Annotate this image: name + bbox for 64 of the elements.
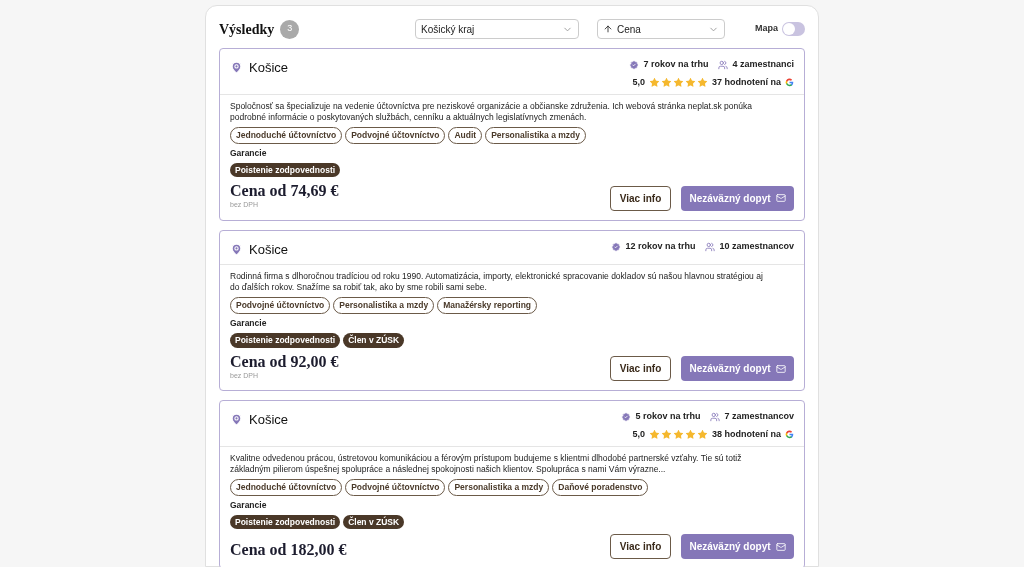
company-description: Kvalitne odvedenou prácou, ústretovou komunikáciou a férovým prístupom budujeme s klientmi dlhodobé partnerské vzťahy. Tie sú totiž základným pilierom úspešnej spolupráce a následnej spokojnosti našich klientov. Spolupráca s nami Vám výrazne... — [230, 453, 743, 475]
city-name: Košice — [249, 240, 289, 259]
guarantee-label: Garancie — [230, 498, 268, 512]
company-description: Spoločnosť sa špecializuje na vedenie účtovníctva pre neziskové organizácie a občianske združenia. Ich webová stránka neplat.sk ponúka podrobné informácie o poskytovaných službách, cenníku a aktuálnych legislatívnych zmenách. — [230, 101, 753, 123]
mail-icon — [775, 541, 786, 552]
review-count: 37 hodnotení na — [712, 75, 781, 89]
people-icon — [710, 411, 721, 422]
inquiry-button[interactable]: Nezáväzný dopyt — [681, 185, 794, 211]
employee-count: 4 zamestnanci — [732, 58, 794, 71]
company-description: Rodinná firma s dlhoročnou tradíciou od roku 1990. Automatizácia, importy, elektronické spracovanie dokladov sú našou hlavnou stratégiou aj do ďalších rokov. Snažíme sa robiť tak, ako by sme robili sami sebe. — [230, 271, 764, 294]
inquiry-button[interactable]: Nezáväzný dopyt — [681, 356, 794, 381]
review-count: 38 hodnotení na — [712, 427, 781, 441]
star-icon — [649, 76, 660, 88]
city-name: Košice — [249, 59, 289, 77]
star-icon — [673, 428, 684, 440]
region-select[interactable]: Košický kraj — [415, 19, 579, 39]
price: Cena od 74,69 € — [230, 182, 339, 201]
verified-badge-icon — [629, 59, 640, 70]
star-icon — [673, 76, 684, 88]
employee-count: 10 zamestnancov — [719, 239, 794, 253]
results-title: Výsledky — [219, 20, 275, 39]
people-icon — [705, 241, 716, 252]
star-icon — [649, 428, 660, 440]
google-icon — [785, 77, 794, 87]
guarantee-tag: Člen v ZÚSK — [343, 514, 405, 530]
verified-badge-icon — [611, 241, 622, 252]
more-info-button[interactable]: Viac info — [610, 356, 671, 381]
arrow-up-icon — [603, 24, 613, 34]
more-info-button[interactable]: Viac info — [610, 534, 671, 560]
people-icon — [718, 59, 729, 70]
mail-icon — [775, 363, 786, 374]
years-on-market: 7 rokov na trhu — [643, 58, 709, 71]
map-label: Mapa — [755, 22, 778, 36]
location-pin-icon — [230, 243, 243, 256]
star-icon — [685, 76, 696, 88]
guarantee-tag: Poistenie zodpovednosti — [230, 514, 341, 530]
more-info-button[interactable]: Viac info — [610, 185, 671, 211]
inquiry-button[interactable]: Nezáväzný dopyt — [681, 534, 794, 560]
employee-count: 7 zamestnancov — [724, 410, 794, 423]
mail-icon — [775, 193, 786, 204]
star-icon — [697, 76, 708, 88]
price: Cena od 182,00 € — [230, 541, 347, 560]
star-icon — [661, 428, 672, 440]
map-toggle[interactable] — [782, 22, 805, 36]
star-icon — [685, 428, 696, 440]
years-on-market: 5 rokov na trhu — [635, 410, 701, 423]
guarantee-tag: Poistenie zodpovednosti — [230, 162, 341, 178]
guarantee-label: Garancie — [230, 317, 268, 330]
guarantee-tag: Poistenie zodpovednosti — [230, 332, 341, 348]
results-count: 3 — [280, 19, 300, 39]
location-pin-icon — [230, 61, 243, 75]
star-icon — [697, 428, 708, 440]
guarantee-tag: Člen v ZÚSK — [343, 332, 405, 348]
guarantee-label: Garancie — [230, 146, 268, 160]
rating-score: 5,0 — [632, 75, 645, 89]
rating-score: 5,0 — [632, 427, 645, 441]
price: Cena od 92,00 € — [230, 352, 339, 371]
city-name: Košice — [249, 411, 289, 429]
verified-badge-icon — [621, 411, 632, 422]
years-on-market: 12 rokov na trhu — [625, 239, 696, 253]
location-pin-icon — [230, 413, 243, 427]
sort-select[interactable]: Cena — [597, 19, 725, 39]
star-icon — [661, 76, 672, 88]
google-icon — [785, 429, 794, 439]
